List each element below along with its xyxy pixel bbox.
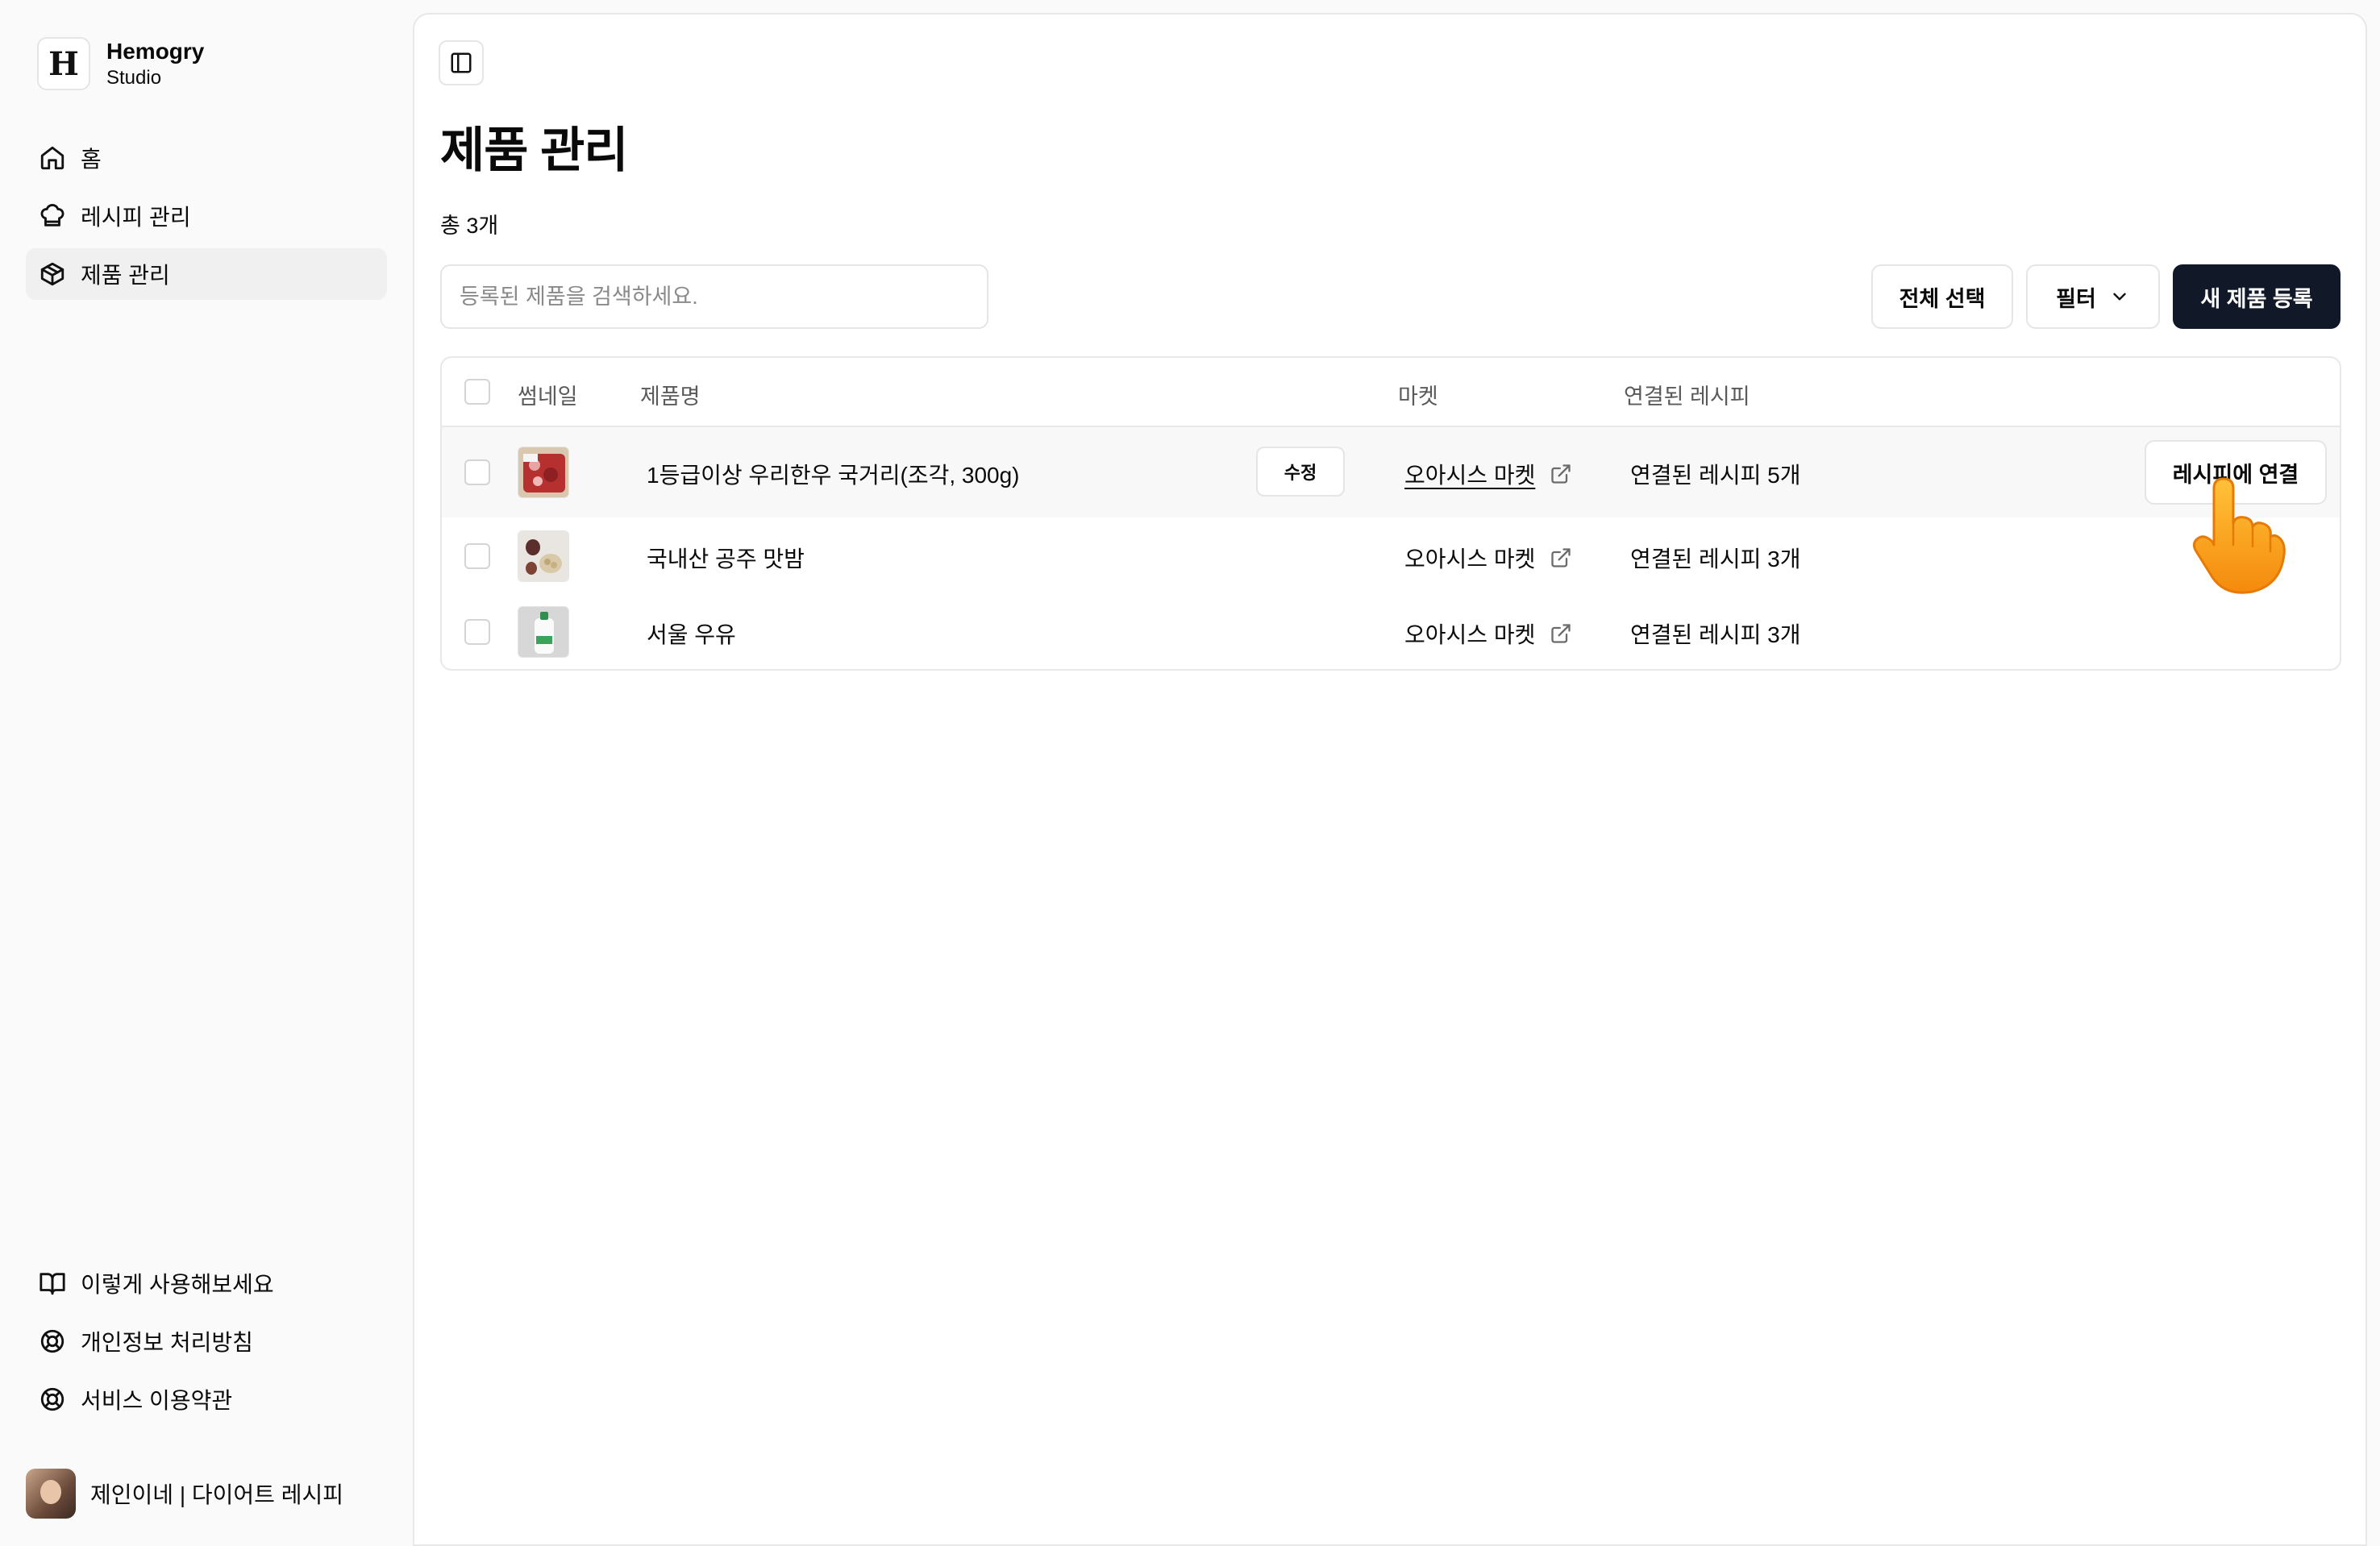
sidebar: H Hemogry Studio 홈 레시피 관리 제품 관리 이렇게 사용해보… (0, 0, 413, 1546)
linked-recipe-count: 연결된 레시피 5개 (1630, 463, 1801, 488)
table-row[interactable]: 1등급이상 우리한우 국거리(조각, 300g) 수정 오아시스 마켓 연결된 … (442, 427, 2340, 517)
market-name[interactable]: 오아시스 마켓 (1404, 458, 1535, 490)
linked-recipe-count: 연결된 레시피 3개 (1630, 622, 1801, 647)
products-table: 썸네일 제품명 마켓 연결된 레시피 1등급이상 우리한우 국거리(조각, 30… (440, 356, 2341, 671)
brand-logo: H (37, 37, 90, 90)
market-name[interactable]: 오아시스 마켓 (1404, 617, 1535, 650)
sidebar-item-label: 이렇게 사용해보세요 (81, 1272, 274, 1297)
market-link[interactable]: 오아시스 마켓 (1404, 617, 1572, 650)
sidebar-item-privacy[interactable]: 개인정보 처리방침 (26, 1315, 387, 1367)
market-name[interactable]: 오아시스 마켓 (1404, 542, 1535, 574)
external-link-icon[interactable] (1550, 547, 1572, 569)
home-icon (40, 146, 64, 170)
avatar (26, 1469, 76, 1519)
edit-label: 수정 (1284, 463, 1317, 483)
header-market: 마켓 (1398, 384, 1438, 409)
sidebar-item-label: 개인정보 처리방침 (81, 1330, 253, 1355)
sidebar-item-label: 레시피 관리 (81, 205, 191, 230)
product-name: 1등급이상 우리한우 국거리(조각, 300g) (647, 463, 1020, 488)
market-link[interactable]: 오아시스 마켓 (1404, 458, 1572, 490)
sidebar-item-products[interactable]: 제품 관리 (26, 248, 387, 300)
package-icon (40, 262, 64, 286)
external-link-icon[interactable] (1550, 463, 1572, 485)
linked-recipe-count: 연결된 레시피 3개 (1630, 547, 1801, 571)
header-linked-recipes: 연결된 레시피 (1624, 384, 1750, 409)
chef-hat-icon (40, 204, 64, 226)
total-count: 총 3개 (440, 214, 499, 238)
sidebar-item-label: 홈 (81, 147, 102, 172)
sidebar-item-label: 제품 관리 (81, 263, 170, 288)
header-thumbnail: 썸네일 (518, 384, 578, 409)
brand[interactable]: H Hemogry Studio (37, 37, 204, 90)
table-row[interactable]: 서울 우유 오아시스 마켓 연결된 레시피 3개 (442, 595, 2340, 669)
select-all-checkbox[interactable] (464, 379, 490, 405)
edit-button[interactable]: 수정 (1256, 447, 1345, 497)
brand-subtitle: Studio (106, 67, 162, 89)
user-profile[interactable]: 제인이네 | 다이어트 레시피 (26, 1469, 343, 1519)
product-thumbnail-beef (518, 447, 569, 498)
row-checkbox[interactable] (464, 459, 490, 485)
page-title: 제품 관리 (440, 123, 628, 177)
product-name: 국내산 공주 맛밤 (647, 547, 805, 571)
lifebuoy-icon (40, 1329, 64, 1353)
panel-left-icon (451, 52, 472, 73)
row-checkbox[interactable] (464, 543, 490, 569)
chevron-down-icon (2113, 293, 2126, 301)
sidebar-nav: 홈 레시피 관리 제품 관리 (26, 132, 387, 306)
table-header: 썸네일 제품명 마켓 연결된 레시피 (442, 358, 2340, 427)
filter-label: 필터 (2056, 286, 2096, 311)
sidebar-item-guide[interactable]: 이렇게 사용해보세요 (26, 1257, 387, 1309)
main-panel: 제품 관리 총 3개 전체 선택 필터 새 제품 등록 썸네일 제품명 마켓 연… (413, 13, 2367, 1546)
sidebar-item-label: 서비스 이용약관 (81, 1388, 233, 1413)
row-checkbox[interactable] (464, 619, 490, 645)
search-input[interactable] (440, 264, 988, 329)
table-row[interactable]: 국내산 공주 맛밤 오아시스 마켓 연결된 레시피 3개 (442, 517, 2340, 595)
sidebar-item-recipes[interactable]: 레시피 관리 (26, 190, 387, 242)
select-all-button[interactable]: 전체 선택 (1871, 264, 2013, 329)
product-thumbnail-milk (518, 606, 569, 658)
new-product-label: 새 제품 등록 (2200, 286, 2313, 311)
sidebar-toggle-button[interactable] (439, 40, 484, 85)
sidebar-footer-nav: 이렇게 사용해보세요 개인정보 처리방침 서비스 이용약관 (26, 1257, 387, 1432)
external-link-icon[interactable] (1550, 622, 1572, 645)
sidebar-item-terms[interactable]: 서비스 이용약관 (26, 1374, 387, 1425)
sidebar-item-home[interactable]: 홈 (26, 132, 387, 184)
product-thumbnail-chestnut (518, 530, 569, 582)
filter-button[interactable]: 필터 (2026, 264, 2160, 329)
brand-name: Hemogry (106, 39, 205, 64)
select-all-label: 전체 선택 (1899, 286, 1986, 311)
market-link[interactable]: 오아시스 마켓 (1404, 542, 1572, 574)
pointing-hand-cursor-icon (2192, 477, 2286, 594)
product-name: 서울 우유 (647, 622, 736, 647)
user-name: 제인이네 | 다이어트 레시피 (90, 1482, 343, 1507)
new-product-button[interactable]: 새 제품 등록 (2173, 264, 2340, 329)
book-open-icon (40, 1273, 65, 1295)
lifebuoy-icon (40, 1387, 64, 1411)
header-name: 제품명 (640, 384, 701, 409)
